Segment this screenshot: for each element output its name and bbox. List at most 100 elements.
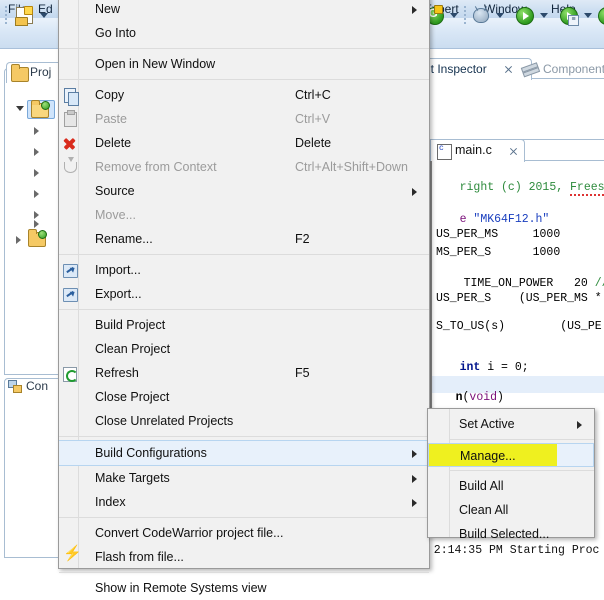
context-menu-item-import[interactable]: Import... xyxy=(59,258,429,282)
context-menu-item-copy[interactable]: Copy Ctrl+C xyxy=(59,83,429,107)
code-text: e xyxy=(459,213,474,226)
submenu-separator xyxy=(450,439,594,440)
context-menu-item-new[interactable]: New xyxy=(59,0,429,21)
tree-twisty-2[interactable] xyxy=(34,148,39,156)
context-menu-item-index[interactable]: Index xyxy=(59,490,429,514)
tree-twisty-4[interactable] xyxy=(34,190,39,198)
editor-tab-close-icon[interactable] xyxy=(509,147,518,156)
context-menu-item-paste: Paste Ctrl+V xyxy=(59,107,429,131)
menu-item-label: Close Unrelated Projects xyxy=(95,414,234,428)
context-menu-item-build-project[interactable]: Build Project xyxy=(59,313,429,337)
submenu-arrow-icon xyxy=(577,421,582,429)
context-menu-item-rename[interactable]: Rename... F2 xyxy=(59,227,429,251)
menu-item-label: Rename... xyxy=(95,232,153,246)
run-icon[interactable] xyxy=(514,5,534,25)
flash-icon xyxy=(61,546,82,565)
project-context-menu[interactable]: New Go Into Open in New Window Copy Ctrl+C Pa… xyxy=(58,0,430,595)
context-menu-items: New Go Into Open in New Window Copy Ctrl+C Pa… xyxy=(59,0,429,600)
submenu-item-build-selected[interactable]: Build Selected... xyxy=(428,522,594,546)
submenu-separator xyxy=(450,470,594,471)
submenu-item-label: Clean All xyxy=(459,503,509,517)
new-file-icon[interactable] xyxy=(14,5,34,26)
components-tab-label[interactable]: Con xyxy=(26,379,48,393)
context-menu-item-make-targets[interactable]: Make Targets xyxy=(59,466,429,490)
context-menu-item-clean-project[interactable]: Clean Project xyxy=(59,337,429,361)
run-config-dropdown-arrow[interactable] xyxy=(584,13,592,18)
menu-item-accelerator: Ctrl+V xyxy=(295,112,331,126)
menu-item-accelerator: Ctrl+Alt+Shift+Down xyxy=(295,160,408,174)
tree-twisty-7[interactable] xyxy=(16,236,21,244)
project-folder-icon-2[interactable] xyxy=(28,229,47,247)
project-folder-icon[interactable] xyxy=(31,100,50,118)
menu-item-label: Paste xyxy=(95,112,127,126)
editor-tab-label[interactable]: main.c xyxy=(455,143,492,157)
submenu-item-manage[interactable]: Manage... xyxy=(428,443,594,467)
tree-twisty-3[interactable] xyxy=(34,169,39,177)
submenu-item-clean-all[interactable]: Clean All xyxy=(428,498,594,522)
menu-item-accelerator: Delete xyxy=(295,136,332,150)
context-menu-item-close-project[interactable]: Close Project xyxy=(59,385,429,409)
debug-icon[interactable] xyxy=(470,5,490,25)
context-menu-separator xyxy=(59,309,429,310)
code-text: n xyxy=(455,391,463,404)
context-menu-item-show-in-remote-systems-view[interactable]: Show in Remote Systems view xyxy=(59,576,429,600)
context-menu-item-open-in-new-window[interactable]: Open in New Window xyxy=(59,52,429,76)
menu-item-accelerator: F2 xyxy=(295,232,310,246)
debug-dropdown-arrow[interactable] xyxy=(496,13,504,18)
submenu-item-set-active[interactable]: Set Active xyxy=(428,412,594,436)
menu-item-label: Build Configurations xyxy=(95,446,207,460)
context-menu-item-source[interactable]: Source xyxy=(59,179,429,203)
menu-item-label: Delete xyxy=(95,136,132,150)
context-menu-item-export[interactable]: Export... xyxy=(59,282,429,306)
component-library-tab-label[interactable]: Component xyxy=(543,62,604,76)
tree-twisty-6[interactable] xyxy=(34,220,39,228)
build-configurations-submenu[interactable]: Set Active Manage... Build All Clean All Bui… xyxy=(427,408,595,541)
submenu-item-label: Set Active xyxy=(459,417,515,431)
context-menu-item-flash-from-file[interactable]: Flash from file... xyxy=(59,545,429,569)
menu-item-label: Import... xyxy=(95,263,141,277)
context-menu-item-delete[interactable]: Delete Delete xyxy=(59,131,429,155)
context-menu-item-close-unrelated-projects[interactable]: Close Unrelated Projects xyxy=(59,409,429,433)
context-menu-separator xyxy=(59,48,429,49)
code-paren: ) xyxy=(497,391,504,404)
run-external-dropdown-arrow[interactable] xyxy=(450,13,458,18)
run-configurations-icon[interactable]: ≡ xyxy=(558,5,579,26)
project-explorer-tab-label[interactable]: Proj xyxy=(30,65,51,79)
menu-item-accelerator: Ctrl+C xyxy=(295,88,331,102)
code-text-freescale: Freescale xyxy=(570,181,604,196)
context-menu-item-refresh[interactable]: Refresh F5 xyxy=(59,361,429,385)
project-explorer-tab-icon xyxy=(10,64,29,82)
menu-item-label: Source xyxy=(95,184,135,198)
context-menu-item-remove-from-context: Remove from Context Ctrl+Alt+Shift+Down xyxy=(59,155,429,179)
submenu-arrow-icon xyxy=(412,475,417,483)
menu-item-label: Build Project xyxy=(95,318,166,332)
code-comment: // Va xyxy=(594,277,604,290)
inspector-tab-label[interactable]: nt Inspector xyxy=(424,62,487,76)
context-menu-item-build-configurations[interactable]: Build Configurations xyxy=(59,440,429,466)
context-menu-item-move: Move... xyxy=(59,203,429,227)
tree-twisty-open[interactable] xyxy=(16,106,24,111)
copy-icon xyxy=(61,87,79,106)
context-menu-separator xyxy=(59,79,429,80)
context-menu-item-go-into[interactable]: Go Into xyxy=(59,21,429,45)
menu-item-label: Copy xyxy=(95,88,125,102)
submenu-arrow-icon xyxy=(412,450,417,458)
context-menu-item-convert-codewarrior-project-file[interactable]: Convert CodeWarrior project file... xyxy=(59,521,429,545)
tree-twisty-5[interactable] xyxy=(34,211,39,219)
inspector-tab-close-icon[interactable] xyxy=(504,65,513,74)
code-text: "MK64F12.h" xyxy=(473,213,550,226)
new-file-dropdown-arrow[interactable] xyxy=(40,13,48,18)
debug-flash-icon[interactable] xyxy=(596,5,604,25)
menu-item-label: Clean Project xyxy=(95,342,171,356)
submenu-arrow-icon xyxy=(412,6,417,14)
context-menu-separator xyxy=(59,517,429,518)
submenu-arrow-icon xyxy=(412,188,417,196)
menu-item-label: Index xyxy=(95,495,126,509)
submenu-item-build-all[interactable]: Build All xyxy=(428,474,594,498)
toolbar-grip-left[interactable] xyxy=(5,6,7,24)
tree-twisty-1[interactable] xyxy=(34,127,39,135)
toolbar-grip-mid[interactable] xyxy=(464,6,466,24)
run-dropdown-arrow[interactable] xyxy=(540,13,548,18)
import-export-icon xyxy=(61,262,78,278)
menu-item-label: Move... xyxy=(95,208,136,222)
